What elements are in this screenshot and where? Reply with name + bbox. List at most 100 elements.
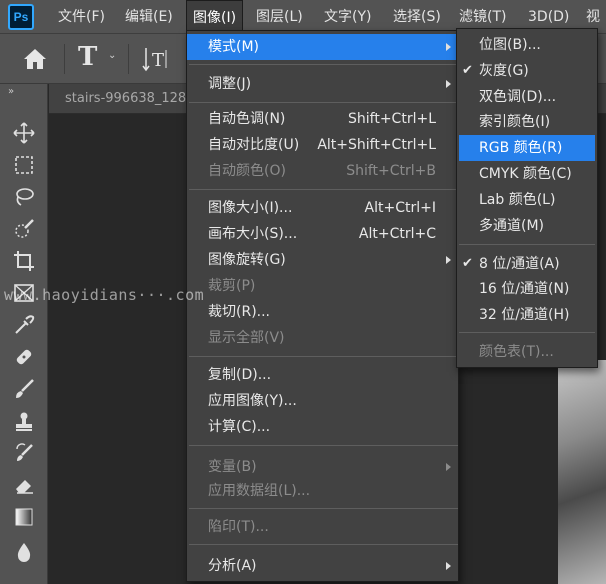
menu-item-label: 复制(D)...: [208, 367, 272, 383]
svg-text:T: T: [152, 50, 164, 71]
submenu-item-label: 32 位/通道(H): [479, 307, 570, 323]
menu-item-reveal-all: 显示全部(V): [187, 325, 458, 351]
crop-tool-icon[interactable]: [10, 247, 38, 275]
menu-item-label: 裁剪(P): [208, 278, 256, 294]
menu-item-shortcut: Shift+Ctrl+B: [346, 163, 436, 179]
menu-item-auto-tone[interactable]: 自动色调(N) Shift+Ctrl+L: [187, 106, 458, 132]
brush-tool-icon[interactable]: [10, 375, 38, 403]
submenu-arrow-icon: [446, 80, 451, 88]
submenu-item-lab-color[interactable]: Lab 颜色(L): [457, 187, 597, 213]
submenu-item-32-bits[interactable]: 32 位/通道(H): [457, 302, 597, 328]
home-icon[interactable]: [22, 47, 48, 75]
type-tool-icon[interactable]: T: [78, 42, 97, 72]
menu-separator: [189, 544, 458, 545]
document-tab[interactable]: stairs-996638_128: [55, 84, 196, 114]
collapse-panel-icon[interactable]: »: [8, 86, 14, 97]
clone-stamp-tool-icon[interactable]: [10, 407, 38, 435]
submenu-arrow-icon: [446, 43, 451, 51]
menu-item-label: 图像旋转(G): [208, 252, 286, 268]
submenu-item-multichannel[interactable]: 多通道(M): [457, 213, 597, 239]
marquee-tool-icon[interactable]: [10, 151, 38, 179]
menu-item-calculations[interactable]: 计算(C)...: [187, 414, 458, 440]
menu-edit[interactable]: 编辑(E): [119, 0, 179, 34]
menu-separator: [459, 244, 595, 245]
options-separator: [128, 44, 129, 74]
blur-tool-icon[interactable]: [10, 538, 38, 566]
submenu-arrow-icon: [446, 256, 451, 264]
submenu-item-bitmap[interactable]: 位图(B)...: [457, 32, 597, 58]
lasso-tool-icon[interactable]: [10, 183, 38, 211]
history-brush-tool-icon[interactable]: [10, 439, 38, 467]
menu-image[interactable]: 图像(I): [186, 0, 244, 34]
submenu-item-label: CMYK 颜色(C): [479, 166, 572, 182]
submenu-item-grayscale[interactable]: ✔ 灰度(G): [457, 58, 597, 84]
checkmark-icon: ✔: [462, 63, 473, 78]
menu-item-image-size[interactable]: 图像大小(I)... Alt+Ctrl+I: [187, 195, 458, 221]
menu-item-label: 陷印(T)...: [208, 519, 269, 535]
menu-item-canvas-size[interactable]: 画布大小(S)... Alt+Ctrl+C: [187, 221, 458, 247]
submenu-item-label: RGB 颜色(R): [479, 140, 563, 156]
menu-item-shortcut: Alt+Shift+Ctrl+L: [317, 137, 436, 153]
menu-item-crop: 裁剪(P): [187, 273, 458, 299]
menu-item-apply-data-set: 应用数据组(L)...: [187, 478, 458, 504]
quick-selection-tool-icon[interactable]: [10, 215, 38, 243]
submenu-item-label: 双色调(D)...: [479, 89, 557, 105]
menu-item-label: 计算(C)...: [208, 419, 271, 435]
move-tool-icon[interactable]: [10, 119, 38, 147]
menu-separator: [189, 356, 458, 357]
submenu-item-rgb-color[interactable]: RGB 颜色(R): [459, 135, 595, 161]
submenu-item-8-bits[interactable]: ✔ 8 位/通道(A): [457, 251, 597, 277]
menu-item-variables: 变量(B): [187, 454, 458, 480]
submenu-item-label: 多通道(M): [479, 218, 545, 234]
menu-item-shortcut: Alt+Ctrl+I: [364, 200, 436, 216]
submenu-item-label: Lab 颜色(L): [479, 192, 556, 208]
submenu-item-16-bits[interactable]: 16 位/通道(N): [457, 276, 597, 302]
menu-item-image-rotation[interactable]: 图像旋转(G): [187, 247, 458, 273]
menu-file[interactable]: 文件(F): [52, 0, 111, 34]
menu-type[interactable]: 文字(Y): [318, 0, 377, 34]
healing-brush-tool-icon[interactable]: [10, 343, 38, 371]
menu-item-shortcut: Alt+Ctrl+C: [358, 226, 436, 242]
tool-panel: »: [0, 84, 48, 584]
submenu-item-indexed-color[interactable]: 索引颜色(I): [457, 109, 597, 135]
menu-separator: [189, 508, 458, 509]
menu-select[interactable]: 选择(S): [387, 0, 447, 34]
submenu-item-label: 8 位/通道(A): [479, 256, 560, 272]
gradient-tool-icon[interactable]: [10, 503, 38, 531]
eyedropper-tool-icon[interactable]: [10, 311, 38, 339]
options-separator: [64, 44, 65, 74]
image-menu-dropdown: 模式(M) 调整(J) 自动色调(N) Shift+Ctrl+L 自动对比度(U…: [186, 30, 459, 582]
eraser-tool-icon[interactable]: [10, 471, 38, 499]
menu-item-duplicate[interactable]: 复制(D)...: [187, 362, 458, 388]
menu-item-trim[interactable]: 裁切(R)...: [187, 299, 458, 325]
menu-item-label: 自动对比度(U): [208, 137, 300, 153]
menu-separator: [189, 102, 458, 103]
menu-item-label: 自动色调(N): [208, 111, 286, 127]
submenu-item-label: 索引颜色(I): [479, 114, 551, 130]
submenu-item-duotone[interactable]: 双色调(D)...: [457, 84, 597, 110]
submenu-item-label: 位图(B)...: [479, 37, 541, 53]
menu-item-trap: 陷印(T)...: [187, 514, 458, 540]
menu-item-shortcut: Shift+Ctrl+L: [348, 111, 436, 127]
menu-layer[interactable]: 图层(L): [250, 0, 309, 34]
submenu-item-cmyk-color[interactable]: CMYK 颜色(C): [457, 161, 597, 187]
menu-separator: [189, 189, 458, 190]
menu-separator: [189, 64, 458, 65]
menu-item-analysis[interactable]: 分析(A): [187, 553, 458, 579]
text-orientation-icon[interactable]: T: [142, 46, 172, 76]
chevron-down-icon[interactable]: ⌄: [108, 50, 116, 61]
menu-item-apply-image[interactable]: 应用图像(Y)...: [187, 388, 458, 414]
menu-separator: [189, 445, 458, 446]
mode-submenu: 位图(B)... ✔ 灰度(G) 双色调(D)... 索引颜色(I) RGB 颜…: [456, 28, 598, 368]
menu-item-label: 自动颜色(O): [208, 163, 286, 179]
menu-item-label: 画布大小(S)...: [208, 226, 298, 242]
menu-item-mode[interactable]: 模式(M): [187, 34, 458, 60]
menu-item-auto-contrast[interactable]: 自动对比度(U) Alt+Shift+Ctrl+L: [187, 132, 458, 158]
menu-item-label: 图像大小(I)...: [208, 200, 293, 216]
menu-item-label: 应用图像(Y)...: [208, 393, 297, 409]
document-image: [558, 360, 606, 584]
menu-item-adjustments[interactable]: 调整(J): [187, 71, 458, 97]
submenu-item-label: 16 位/通道(N): [479, 281, 570, 297]
checkmark-icon: ✔: [462, 256, 473, 271]
menu-item-label: 调整(J): [208, 76, 252, 92]
